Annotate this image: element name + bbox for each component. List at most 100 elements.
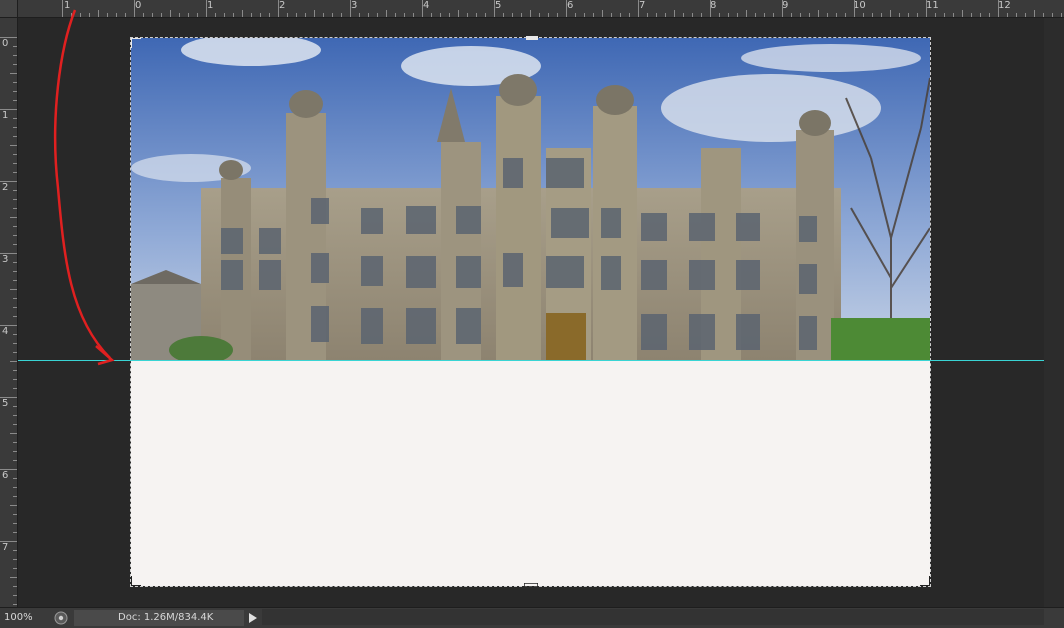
ruler-tick: [13, 136, 17, 137]
ruler-tick: [13, 415, 17, 416]
ruler-tick: [13, 370, 17, 371]
ruler-tick: [917, 13, 918, 17]
ruler-tick: [620, 13, 621, 17]
ruler-tick: [413, 13, 414, 17]
ruler-tick: [602, 10, 603, 17]
ruler-tick: [1043, 13, 1044, 17]
ruler-tick: [13, 271, 17, 272]
ruler-tick: [10, 73, 17, 74]
ruler-tick: [10, 577, 17, 578]
ruler-tick: [746, 10, 747, 17]
ruler-tick: [899, 13, 900, 17]
ruler-label: 4: [423, 0, 430, 11]
crop-handle-icon[interactable]: [920, 576, 930, 586]
ruler-tick: [737, 13, 738, 17]
ruler-tick: [13, 514, 17, 515]
document-canvas[interactable]: [130, 36, 931, 587]
ruler-tick: [233, 13, 234, 17]
ruler-tick: [773, 13, 774, 17]
ruler-tick: [13, 451, 17, 452]
ruler-tick: [13, 559, 17, 560]
status-menu-icon[interactable]: [54, 611, 68, 625]
ruler-tick: [0, 541, 17, 542]
ruler-tick: [305, 13, 306, 17]
ruler-tick: [10, 145, 17, 146]
ruler-tick: [854, 0, 855, 17]
ruler-tick: [13, 550, 17, 551]
ruler-tick: [404, 13, 405, 17]
ruler-tick: [188, 13, 189, 17]
ruler-tick: [13, 46, 17, 47]
ruler-tick: [323, 13, 324, 17]
ruler-tick: [13, 226, 17, 227]
crop-handle-icon[interactable]: [131, 38, 141, 48]
zoom-level[interactable]: 100%: [4, 611, 48, 625]
doc-info[interactable]: Doc: 1.26M/834.4K: [74, 610, 244, 626]
ruler-tick: [0, 253, 17, 254]
vertical-ruler[interactable]: 0 1 2 3 4 5 6 7: [0, 17, 18, 607]
ruler-tick: [332, 13, 333, 17]
crop-handle-icon[interactable]: [131, 576, 141, 586]
ruler-tick: [521, 13, 522, 17]
ruler-tick: [845, 13, 846, 17]
ruler-tick: [13, 82, 17, 83]
ruler-tick: [494, 0, 495, 17]
ruler-tick: [458, 10, 459, 17]
ruler-tick: [260, 13, 261, 17]
ruler-tick: [13, 64, 17, 65]
ruler-tick: [530, 10, 531, 17]
ruler-label: 5: [2, 398, 9, 409]
ruler-tick: [13, 190, 17, 191]
ruler-tick: [10, 433, 17, 434]
ruler-tick: [962, 10, 963, 17]
ruler-tick: [10, 289, 17, 290]
ruler-tick: [566, 0, 567, 17]
ruler-tick: [611, 13, 612, 17]
play-arrow-icon[interactable]: [246, 612, 258, 624]
ruler-tick: [0, 469, 17, 470]
ruler-tick: [575, 13, 576, 17]
ruler-tick: [512, 13, 513, 17]
ruler-tick: [13, 154, 17, 155]
ruler-tick: [422, 0, 423, 17]
ruler-tick: [674, 10, 675, 17]
ruler-tick: [818, 10, 819, 17]
ruler-label: 6: [567, 0, 574, 11]
ruler-tick: [944, 13, 945, 17]
horizontal-ruler[interactable]: 1 0 1 2 3 4 5 6 7 8 9 10 11 12: [0, 0, 1064, 18]
ruler-label: 4: [2, 326, 9, 337]
ruler-label: 1: [2, 110, 9, 121]
ruler-tick: [476, 13, 477, 17]
ruler-tick: [890, 10, 891, 17]
ruler-tick: [0, 37, 17, 38]
crop-handle-icon[interactable]: [526, 36, 538, 40]
ruler-tick: [13, 55, 17, 56]
ruler-tick: [935, 13, 936, 17]
ruler-tick: [251, 13, 252, 17]
ruler-tick: [13, 208, 17, 209]
crop-handle-icon[interactable]: [524, 583, 538, 587]
ruler-tick: [278, 0, 279, 17]
ruler-tick: [926, 0, 927, 17]
ruler-tick: [593, 13, 594, 17]
ruler-label: 0: [135, 0, 142, 11]
ruler-origin[interactable]: [0, 0, 18, 18]
ruler-tick: [908, 13, 909, 17]
ruler-tick: [13, 586, 17, 587]
ruler-label: 6: [2, 470, 9, 481]
ruler-tick: [386, 10, 387, 17]
ruler-tick: [13, 307, 17, 308]
ruler-label: 7: [639, 0, 646, 11]
vertical-scrollbar[interactable]: [1044, 18, 1064, 607]
ruler-tick: [971, 13, 972, 17]
castle-photo[interactable]: [131, 38, 930, 360]
ruler-tick: [206, 0, 207, 17]
ruler-tick: [242, 10, 243, 17]
ruler-tick: [872, 13, 873, 17]
ruler-tick: [13, 460, 17, 461]
ruler-label: 12: [998, 0, 1011, 11]
horizontal-guide[interactable]: [18, 360, 1044, 361]
horizontal-scrollbar[interactable]: [262, 609, 1044, 625]
doc-size-text: Doc: 1.26M/834.4K: [118, 612, 214, 623]
ruler-tick: [13, 424, 17, 425]
